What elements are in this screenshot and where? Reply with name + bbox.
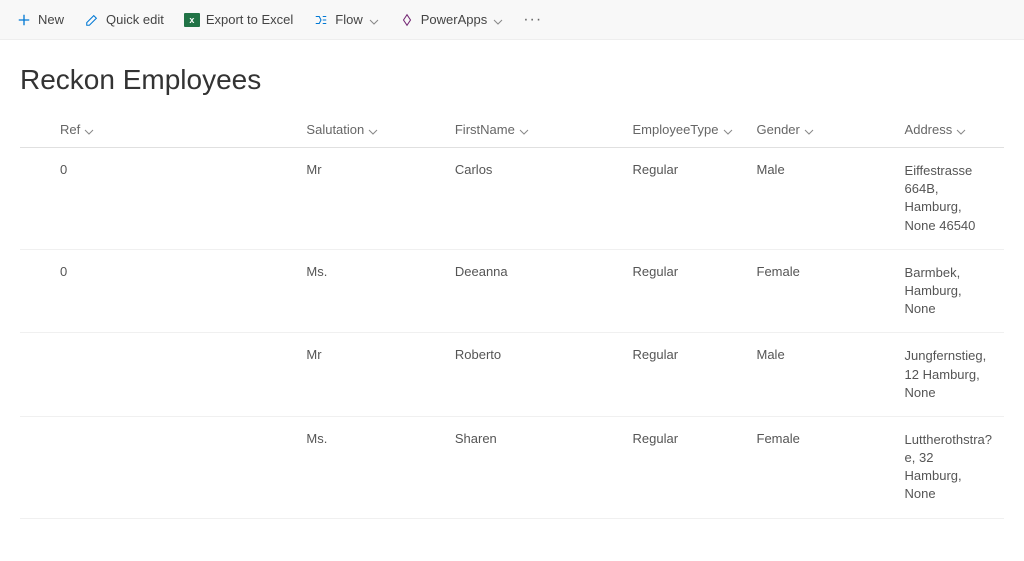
chevron-down-icon [519,125,529,135]
chevron-down-icon [369,15,379,25]
table-row[interactable]: 0 Mr Carlos Regular Male Eiffestrasse 66… [20,148,1004,250]
column-label: Address [905,122,953,137]
column-label: EmployeeType [633,122,719,137]
ellipsis-icon: ··· [523,11,542,29]
column-label: Ref [60,122,80,137]
pencil-icon [84,12,100,28]
powerapps-button[interactable]: PowerApps [399,12,503,28]
cell-address: Eiffestrasse 664B, Hamburg, None 46540 [893,148,1004,250]
powerapps-label: PowerApps [421,12,487,27]
column-label: FirstName [455,122,515,137]
cell-employeetype: Regular [621,416,745,518]
quick-edit-button[interactable]: Quick edit [84,12,164,28]
cell-firstname: Sharen [443,416,621,518]
cell-address: Luttherothstra?e, 32 Hamburg, None [893,416,1004,518]
column-header-ref[interactable]: Ref [60,122,94,137]
cell-ref: 0 [20,148,294,250]
cell-salutation: Ms. [294,249,442,333]
cell-firstname: Roberto [443,333,621,417]
column-header-salutation[interactable]: Salutation [306,122,378,137]
flow-icon [313,12,329,28]
cell-ref: 0 [20,249,294,333]
column-header-address[interactable]: Address [905,122,967,137]
cell-gender: Female [745,416,893,518]
table-row[interactable]: Ms. Sharen Regular Female Luttherothstra… [20,416,1004,518]
chevron-down-icon [723,125,733,135]
more-button[interactable]: ··· [523,11,542,29]
plus-icon [16,12,32,28]
table-row[interactable]: 0 Ms. Deeanna Regular Female Barmbek, Ha… [20,249,1004,333]
cell-employeetype: Regular [621,148,745,250]
column-header-employeetype[interactable]: EmployeeType [633,122,733,137]
page-title: Reckon Employees [0,40,1024,112]
cell-ref [20,333,294,417]
cell-gender: Female [745,249,893,333]
export-label: Export to Excel [206,12,293,27]
command-bar: New Quick edit x Export to Excel Flow Po… [0,0,1024,40]
flow-button[interactable]: Flow [313,12,378,28]
cell-gender: Male [745,148,893,250]
cell-gender: Male [745,333,893,417]
cell-firstname: Deeanna [443,249,621,333]
cell-address: Barmbek, Hamburg, None [893,249,1004,333]
chevron-down-icon [956,125,966,135]
cell-salutation: Mr [294,333,442,417]
excel-icon: x [184,12,200,28]
chevron-down-icon [493,15,503,25]
powerapps-icon [399,12,415,28]
cell-firstname: Carlos [443,148,621,250]
column-label: Salutation [306,122,364,137]
column-header-gender[interactable]: Gender [757,122,814,137]
cell-salutation: Mr [294,148,442,250]
chevron-down-icon [804,125,814,135]
cell-salutation: Ms. [294,416,442,518]
column-label: Gender [757,122,800,137]
column-header-firstname[interactable]: FirstName [455,122,529,137]
cell-employeetype: Regular [621,333,745,417]
table-row[interactable]: Mr Roberto Regular Male Jungfernstieg, 1… [20,333,1004,417]
employees-table: Ref Salutation FirstName [20,112,1004,519]
table-container: Ref Salutation FirstName [0,112,1024,519]
quick-edit-label: Quick edit [106,12,164,27]
new-label: New [38,12,64,27]
cell-employeetype: Regular [621,249,745,333]
chevron-down-icon [368,125,378,135]
cell-address: Jungfernstieg, 12 Hamburg, None [893,333,1004,417]
chevron-down-icon [84,125,94,135]
new-button[interactable]: New [16,12,64,28]
table-header-row: Ref Salutation FirstName [20,112,1004,148]
table-body: 0 Mr Carlos Regular Male Eiffestrasse 66… [20,148,1004,519]
cell-ref [20,416,294,518]
flow-label: Flow [335,12,362,27]
export-excel-button[interactable]: x Export to Excel [184,12,293,28]
